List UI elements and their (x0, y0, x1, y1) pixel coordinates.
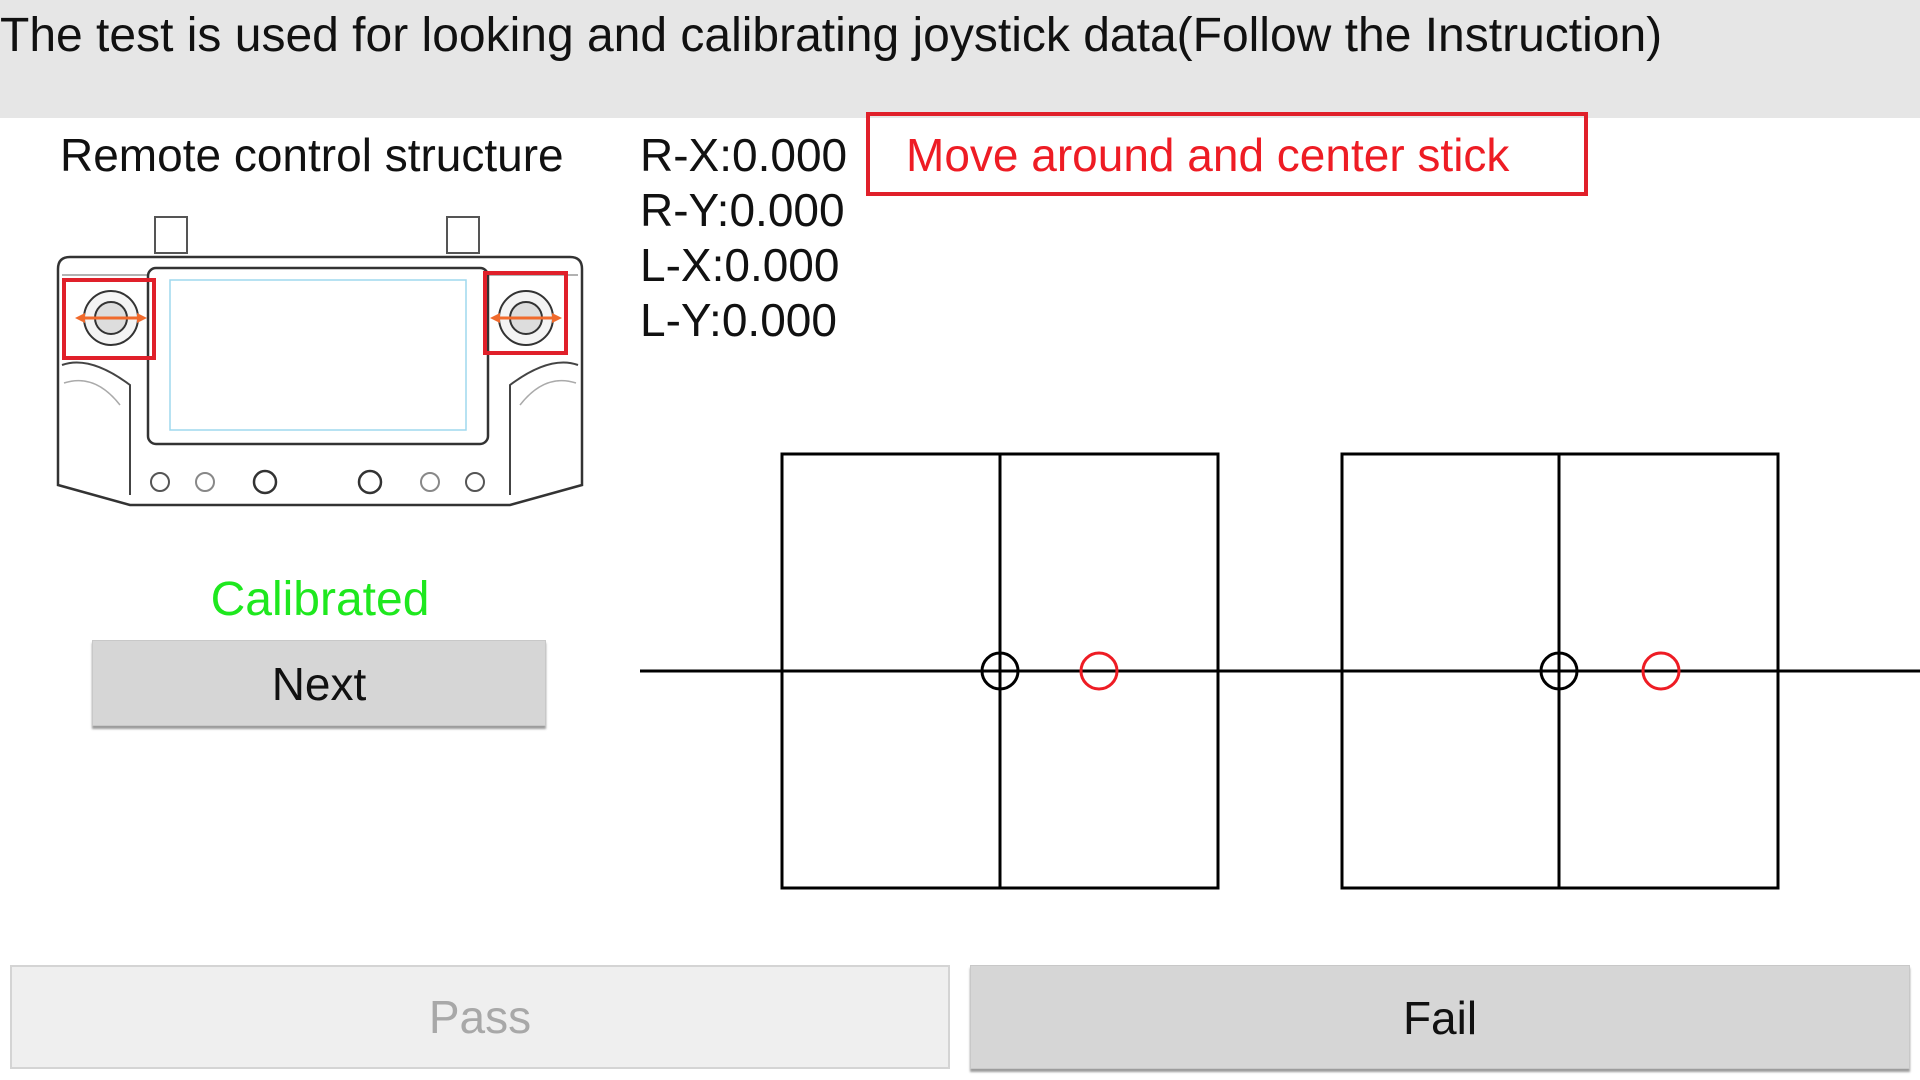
remote-structure-title: Remote control structure (60, 129, 564, 181)
right-x-readout: R-X:0.000 (640, 129, 848, 181)
left-x-readout: L-X:0.000 (640, 239, 840, 291)
left-y-readout: L-Y:0.000 (640, 294, 837, 346)
fail-button[interactable]: Fail (970, 965, 1910, 1069)
instruction-text: Move around and center stick (906, 129, 1510, 181)
instruction-box: Move around and center stick (866, 112, 1588, 196)
next-button[interactable]: Next (92, 640, 546, 726)
calibration-status: Calibrated (210, 573, 430, 626)
joystick-plots (640, 452, 1920, 890)
header-title: The test is used for looking and calibra… (0, 9, 1663, 62)
header-bar: The test is used for looking and calibra… (0, 0, 1920, 118)
remote-controller-icon (56, 216, 584, 507)
right-y-readout: R-Y:0.000 (640, 184, 845, 236)
pass-button[interactable]: Pass (10, 965, 950, 1069)
